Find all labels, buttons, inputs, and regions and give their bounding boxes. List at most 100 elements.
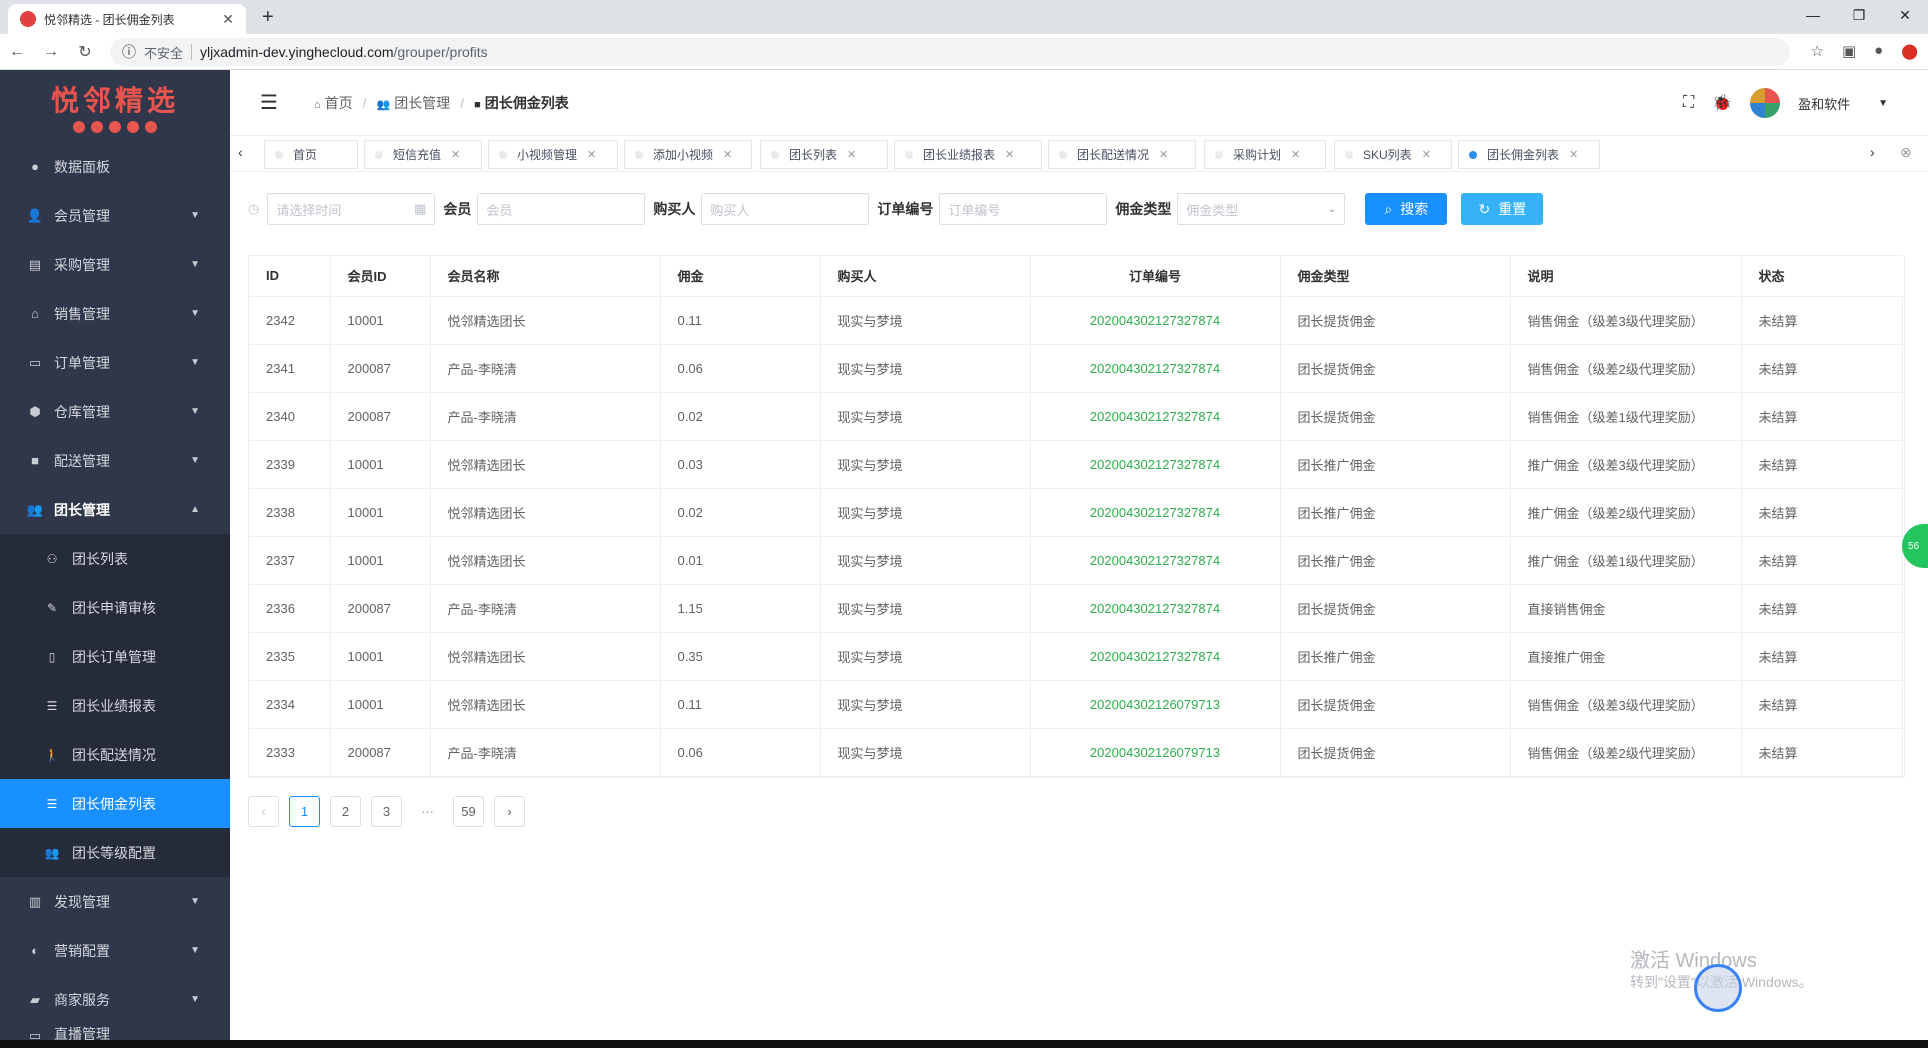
- delivery-icon: ■: [31, 453, 39, 468]
- sidebar-item-order[interactable]: ▭ 订单管理 ▼: [0, 338, 230, 387]
- info-icon[interactable]: ⓘ: [122, 42, 136, 62]
- cell-order-no[interactable]: 202004302127327874: [1030, 296, 1281, 345]
- tag-label: 团长业绩报表: [923, 148, 996, 162]
- sidebar-item-grouper[interactable]: 👥 团长管理 ▲: [0, 485, 230, 534]
- back-icon[interactable]: ←: [0, 43, 34, 61]
- cell-order-no[interactable]: 202004302126079713: [1030, 728, 1281, 777]
- tag-close-icon[interactable]: ✕: [451, 148, 460, 161]
- sidebar-item-member[interactable]: 👤 会员管理 ▼: [0, 191, 230, 240]
- tags-scroll-left-icon[interactable]: ‹: [238, 144, 243, 160]
- new-tab-icon[interactable]: +: [262, 6, 274, 29]
- breadcrumb-label: 首页: [324, 94, 353, 111]
- reset-button[interactable]: ↻ 重置: [1461, 193, 1544, 225]
- cell-desc: 销售佣金（级差3级代理奖励）: [1510, 680, 1742, 729]
- tag-close-icon[interactable]: ✕: [1422, 148, 1431, 161]
- cell-order-no[interactable]: 202004302127327874: [1030, 632, 1281, 681]
- sidebar-item-warehouse[interactable]: ⬢ 仓库管理 ▼: [0, 387, 230, 436]
- cell-order-no[interactable]: 202004302127327874: [1030, 392, 1281, 441]
- floating-assistant-icon[interactable]: [1694, 964, 1742, 1012]
- breadcrumb-grouper[interactable]: 👥 团长管理: [376, 93, 450, 113]
- cell-order-no[interactable]: 202004302127327874: [1030, 584, 1281, 633]
- tag-sku[interactable]: SKU列表 ✕: [1334, 140, 1452, 169]
- tag-add-video[interactable]: 添加小视频 ✕: [624, 140, 752, 169]
- tag-close-icon[interactable]: ✕: [1569, 148, 1578, 161]
- tag-dot: [499, 150, 507, 159]
- tag-sms[interactable]: 短信充值 ✕: [364, 140, 482, 169]
- tags-scroll-right-icon[interactable]: ›: [1870, 144, 1875, 160]
- side-badge[interactable]: 56: [1902, 524, 1928, 568]
- tag-close-icon[interactable]: ✕: [587, 148, 596, 161]
- search-button[interactable]: ⌕ 搜索: [1365, 193, 1448, 225]
- star-icon[interactable]: ☆: [1811, 42, 1824, 60]
- company-name[interactable]: 盈和软件: [1798, 94, 1850, 113]
- pagination: ‹ 1 2 3 ··· 59 ›: [248, 796, 525, 827]
- sidebar-item-sales[interactable]: ⌂ 销售管理 ▼: [0, 289, 230, 338]
- sidebar-item-delivery[interactable]: ■ 配送管理 ▼: [0, 436, 230, 485]
- tag-delivery[interactable]: 团长配送情况 ✕: [1048, 140, 1196, 169]
- order-input[interactable]: 订单编号: [939, 193, 1108, 225]
- buyer-input[interactable]: 购买人: [701, 193, 870, 225]
- cell-buyer: 现实与梦境: [820, 488, 1031, 537]
- discover-icon: ▥: [28, 893, 42, 909]
- sidebar-item-marketing[interactable]: ◐ 营销配置 ▼: [0, 926, 230, 975]
- sidebar-subitem-apply-review[interactable]: ✎ 团长申请审核: [0, 583, 230, 632]
- close-window-icon[interactable]: ✕: [1882, 0, 1928, 30]
- sidebar-item-discover[interactable]: ▥ 发现管理 ▼: [0, 877, 230, 926]
- update-icon[interactable]: ⬤: [1901, 42, 1918, 60]
- sidebar-subitem-performance[interactable]: ☰ 团长业绩报表: [0, 681, 230, 730]
- cell-id: 2335: [249, 632, 331, 681]
- bug-icon[interactable]: 🐞: [1712, 93, 1732, 113]
- sidebar-subitem-level-config[interactable]: 👥 团长等级配置: [0, 828, 230, 877]
- minimize-icon[interactable]: —: [1790, 0, 1836, 30]
- caret-down-icon[interactable]: ▼: [1878, 98, 1888, 109]
- tag-purchase-plan[interactable]: 采购计划 ✕: [1204, 140, 1326, 169]
- tag-home[interactable]: 首页: [264, 140, 358, 169]
- restore-icon[interactable]: ❐: [1836, 0, 1882, 30]
- url-field[interactable]: ⓘ 不安全 yljxadmin-dev.yinghecloud.com/grou…: [110, 38, 1790, 66]
- cell-order-no[interactable]: 202004302126079713: [1030, 680, 1281, 729]
- page-ellipsis[interactable]: ···: [412, 796, 443, 827]
- tag-performance[interactable]: 团长业绩报表 ✕: [894, 140, 1042, 169]
- page-3[interactable]: 3: [371, 796, 402, 827]
- tag-video[interactable]: 小视频管理 ✕: [488, 140, 618, 169]
- tag-group-list[interactable]: 团长列表 ✕: [760, 140, 888, 169]
- date-picker[interactable]: 请选择时间 ▦: [267, 193, 436, 225]
- type-select[interactable]: 佣金类型 ⌄: [1177, 193, 1346, 225]
- prev-page-button[interactable]: ‹: [248, 796, 279, 827]
- sidebar-subitem-group-orders[interactable]: ▯ 团长订单管理: [0, 632, 230, 681]
- merchant-icon: ▰: [30, 991, 40, 1007]
- browser-tab[interactable]: 悦邻精选 - 团长佣金列表 ✕: [8, 4, 246, 34]
- sidebar-item-purchase[interactable]: ▤ 采购管理 ▼: [0, 240, 230, 289]
- reload-icon[interactable]: ↻: [68, 42, 102, 62]
- tag-close-icon[interactable]: ✕: [723, 148, 732, 161]
- extension-icon[interactable]: ▣: [1842, 42, 1856, 60]
- hamburger-icon[interactable]: ☰: [260, 90, 278, 115]
- tag-close-icon[interactable]: ✕: [847, 148, 856, 161]
- cell-order-no[interactable]: 202004302127327874: [1030, 488, 1281, 537]
- next-page-button[interactable]: ›: [494, 796, 525, 827]
- tag-commission-list[interactable]: 团长佣金列表 ✕: [1458, 140, 1600, 169]
- profile-icon[interactable]: ●: [1874, 42, 1883, 60]
- sidebar-item-merchant[interactable]: ▰ 商家服务 ▼: [0, 975, 230, 1024]
- avatar[interactable]: [1750, 88, 1781, 118]
- sidebar-subitem-delivery-status[interactable]: 🚶 团长配送情况: [0, 730, 230, 779]
- tag-close-icon[interactable]: ✕: [1005, 148, 1014, 161]
- page-last[interactable]: 59: [453, 796, 484, 827]
- tag-close-icon[interactable]: ✕: [1291, 148, 1300, 161]
- breadcrumb-home[interactable]: ⌂ 首页: [314, 93, 353, 113]
- cell-id: 2333: [249, 728, 331, 777]
- page-2[interactable]: 2: [330, 796, 361, 827]
- tag-close-icon[interactable]: ✕: [1159, 148, 1168, 161]
- fullscreen-icon[interactable]: ⛶: [1683, 94, 1694, 112]
- sidebar-subitem-commission-list[interactable]: ☰ 团长佣金列表: [0, 779, 230, 828]
- forward-icon[interactable]: →: [34, 43, 68, 61]
- member-input[interactable]: 会员: [477, 193, 646, 225]
- cell-order-no[interactable]: 202004302127327874: [1030, 536, 1281, 585]
- sidebar-item-dashboard[interactable]: ● 数据面板: [0, 142, 230, 191]
- cell-order-no[interactable]: 202004302127327874: [1030, 344, 1281, 393]
- sidebar-subitem-group-list[interactable]: ⚇ 团长列表: [0, 534, 230, 583]
- cell-order-no[interactable]: 202004302127327874: [1030, 440, 1281, 489]
- close-tab-icon[interactable]: ✕: [222, 11, 234, 28]
- page-1[interactable]: 1: [289, 796, 320, 827]
- tags-close-all-icon[interactable]: ⊗: [1900, 144, 1912, 161]
